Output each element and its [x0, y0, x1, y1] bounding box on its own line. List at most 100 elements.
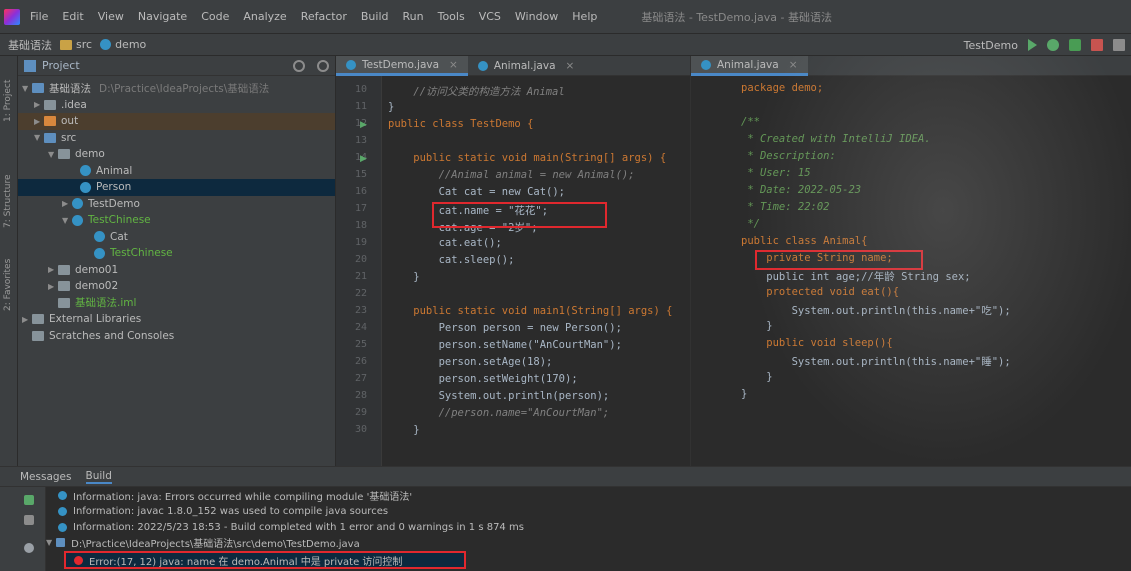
menu-help[interactable]: Help — [572, 10, 597, 23]
menu-view[interactable]: View — [98, 10, 124, 23]
tree-item-idea[interactable]: ▶ .idea — [18, 97, 335, 114]
stop-icon[interactable] — [1091, 39, 1103, 51]
editor-tab-bar: TestDemo.java × Animal.java × — [336, 56, 690, 76]
tab-animal-right[interactable]: Animal.java × — [691, 56, 808, 76]
project-tool-tab[interactable]: 1: Project — [3, 62, 15, 122]
locate-icon[interactable] — [293, 60, 305, 72]
class-icon — [94, 231, 105, 243]
tree-item-label: demo01 — [75, 263, 119, 276]
folder-icon — [44, 99, 56, 110]
menu-code[interactable]: Code — [201, 10, 229, 23]
tree-item-root[interactable]: ▼ 基础语法 D:\Practice\IdeaProjects\基础语法 — [18, 80, 335, 97]
tree-item-testdemo[interactable]: ▶ TestDemo — [18, 196, 335, 213]
menu-run[interactable]: Run — [403, 10, 424, 23]
tree-item-demo[interactable]: ▼ demo — [18, 146, 335, 163]
coverage-icon[interactable] — [1069, 39, 1081, 51]
menu-navigate[interactable]: Navigate — [138, 10, 187, 23]
run-gutter-icon[interactable]: ▶ — [360, 120, 368, 130]
build-message[interactable]: Information: java: Errors occurred while… — [58, 488, 412, 503]
tree-item-scratches[interactable]: Scratches and Consoles — [18, 328, 335, 345]
code-line: public void sleep(){ — [741, 337, 893, 349]
code-line: * Time: 22:02 — [741, 201, 830, 213]
package-icon — [58, 149, 70, 160]
tree-item-animal[interactable]: Animal — [18, 163, 335, 180]
menu-window[interactable]: Window — [515, 10, 558, 23]
tree-item-external-libraries[interactable]: ▶ External Libraries — [18, 311, 335, 328]
code-line: public static void main1(String[] args) … — [388, 305, 673, 317]
error-icon — [74, 555, 83, 565]
debug-icon[interactable] — [1047, 39, 1059, 51]
code-line: * User: 15 — [741, 167, 811, 179]
tree-item-cat[interactable]: Cat — [18, 229, 335, 246]
tab-animal[interactable]: Animal.java × — [468, 56, 585, 76]
menu-tools[interactable]: Tools — [438, 10, 465, 23]
structure-tool-tab[interactable]: 7: Structure — [3, 148, 15, 229]
menu-build[interactable]: Build — [361, 10, 389, 23]
tree-item-testchinese[interactable]: ▼ TestChinese — [18, 212, 335, 229]
filter-icon[interactable] — [24, 543, 34, 553]
line-number: 30 — [354, 424, 367, 435]
chevron-down-icon: ▼ — [34, 133, 41, 143]
tree-item-out[interactable]: ▶ out — [18, 113, 335, 130]
line-number: 24 — [354, 322, 367, 333]
breadcrumb-project[interactable]: 基础语法 — [8, 37, 52, 53]
chevron-right-icon: ▶ — [48, 281, 55, 291]
build-error-message[interactable]: Error:(17, 12) java: name 在 demo.Animal … — [64, 551, 466, 569]
code-line: } — [388, 424, 420, 436]
menu-vcs[interactable]: VCS — [479, 10, 501, 23]
tree-item-label: TestChinese — [88, 214, 151, 227]
code-line: //Animal animal = new Animal(); — [388, 169, 635, 181]
build-icon[interactable] — [1113, 39, 1125, 51]
menu-refactor[interactable]: Refactor — [301, 10, 347, 23]
tree-item-src[interactable]: ▼ src — [18, 130, 335, 147]
tree-item-testchinese-inner[interactable]: TestChinese — [18, 245, 335, 262]
code-line: System.out.println(person); — [388, 390, 610, 402]
code-area-animal[interactable]: package demo; /** * Created with Intelli… — [741, 76, 1125, 466]
folder-icon — [60, 39, 72, 50]
rerun-icon[interactable] — [24, 495, 34, 505]
class-icon — [72, 198, 83, 210]
build-message[interactable]: Information: 2022/5/23 18:53 - Build com… — [58, 520, 524, 535]
tree-item-person[interactable]: Person — [18, 179, 335, 196]
run-configuration-select[interactable]: TestDemo — [964, 39, 1018, 52]
settings-gear-icon[interactable] — [317, 60, 329, 72]
line-number: 21 — [354, 271, 367, 282]
info-icon — [58, 491, 67, 500]
project-icon — [24, 59, 36, 72]
breadcrumb-src[interactable]: src — [76, 38, 92, 51]
project-panel-title[interactable]: Project — [42, 59, 80, 72]
tab-testdemo[interactable]: TestDemo.java × — [336, 56, 468, 76]
code-line: Person person = new Person(); — [388, 322, 622, 334]
build-message-file[interactable]: ▼ D:\Practice\IdeaProjects\基础语法\src\demo… — [46, 535, 360, 550]
menu-file[interactable]: File — [30, 10, 48, 23]
tab-label: Animal.java — [717, 58, 779, 71]
code-area-testdemo[interactable]: //访问父类的构造方法 Animal } public class TestDe… — [388, 76, 684, 466]
favorites-tool-tab[interactable]: 2: Favorites — [3, 241, 15, 311]
message-text: Information: 2022/5/23 18:53 - Build com… — [73, 522, 524, 533]
run-gutter-icon[interactable]: ▶ — [360, 154, 368, 164]
tree-item-label: TestDemo — [88, 197, 140, 210]
tree-item-demo02[interactable]: ▶ demo02 — [18, 278, 335, 295]
tree-item-demo01[interactable]: ▶ demo01 — [18, 262, 335, 279]
stop-build-icon[interactable] — [24, 515, 34, 525]
code-line: } — [741, 371, 773, 383]
code-line: cat.sleep(); — [388, 254, 515, 266]
code-line: * Created with IntelliJ IDEA. — [741, 133, 931, 145]
line-number: 29 — [354, 407, 367, 418]
chevron-right-icon: ▶ — [34, 116, 41, 126]
tree-item-iml[interactable]: 基础语法.iml — [18, 295, 335, 312]
code-line: } — [741, 320, 773, 332]
library-icon — [32, 314, 44, 325]
run-icon[interactable] — [1028, 39, 1037, 51]
breadcrumb-demo[interactable]: demo — [115, 38, 146, 51]
tab-build[interactable]: Build — [85, 470, 112, 484]
tree-item-label: External Libraries — [49, 313, 142, 326]
build-message[interactable]: Information: javac 1.8.0_152 was used to… — [58, 504, 388, 519]
close-icon[interactable]: × — [566, 60, 575, 72]
close-icon[interactable]: × — [449, 59, 458, 71]
tab-messages[interactable]: Messages — [20, 471, 72, 483]
menu-analyze[interactable]: Analyze — [243, 10, 286, 23]
tree-item-label: .idea — [61, 98, 87, 111]
menu-edit[interactable]: Edit — [62, 10, 83, 23]
close-icon[interactable]: × — [789, 59, 798, 71]
